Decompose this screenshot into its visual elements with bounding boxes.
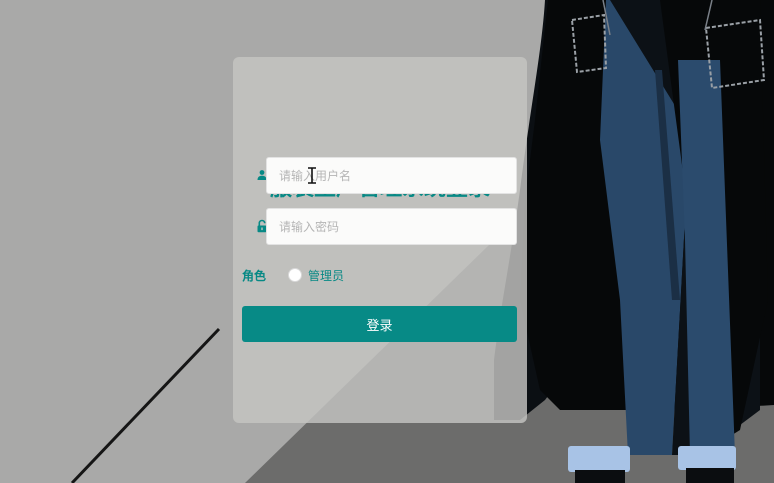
login-screen: 服装生产管理系统登录 角色 管理员 <box>0 0 774 483</box>
role-label: 角色 <box>242 269 267 283</box>
admin-radio[interactable] <box>288 268 302 282</box>
login-panel: 服装生产管理系统登录 角色 管理员 <box>233 57 527 423</box>
role-option-label: 管理员 <box>308 269 345 283</box>
username-input[interactable] <box>266 157 517 194</box>
role-selector: 角色 管理员 <box>242 266 512 284</box>
login-button[interactable]: 登录 <box>242 306 517 342</box>
password-row <box>241 208 519 245</box>
username-row <box>241 157 519 194</box>
password-input[interactable] <box>266 208 517 245</box>
